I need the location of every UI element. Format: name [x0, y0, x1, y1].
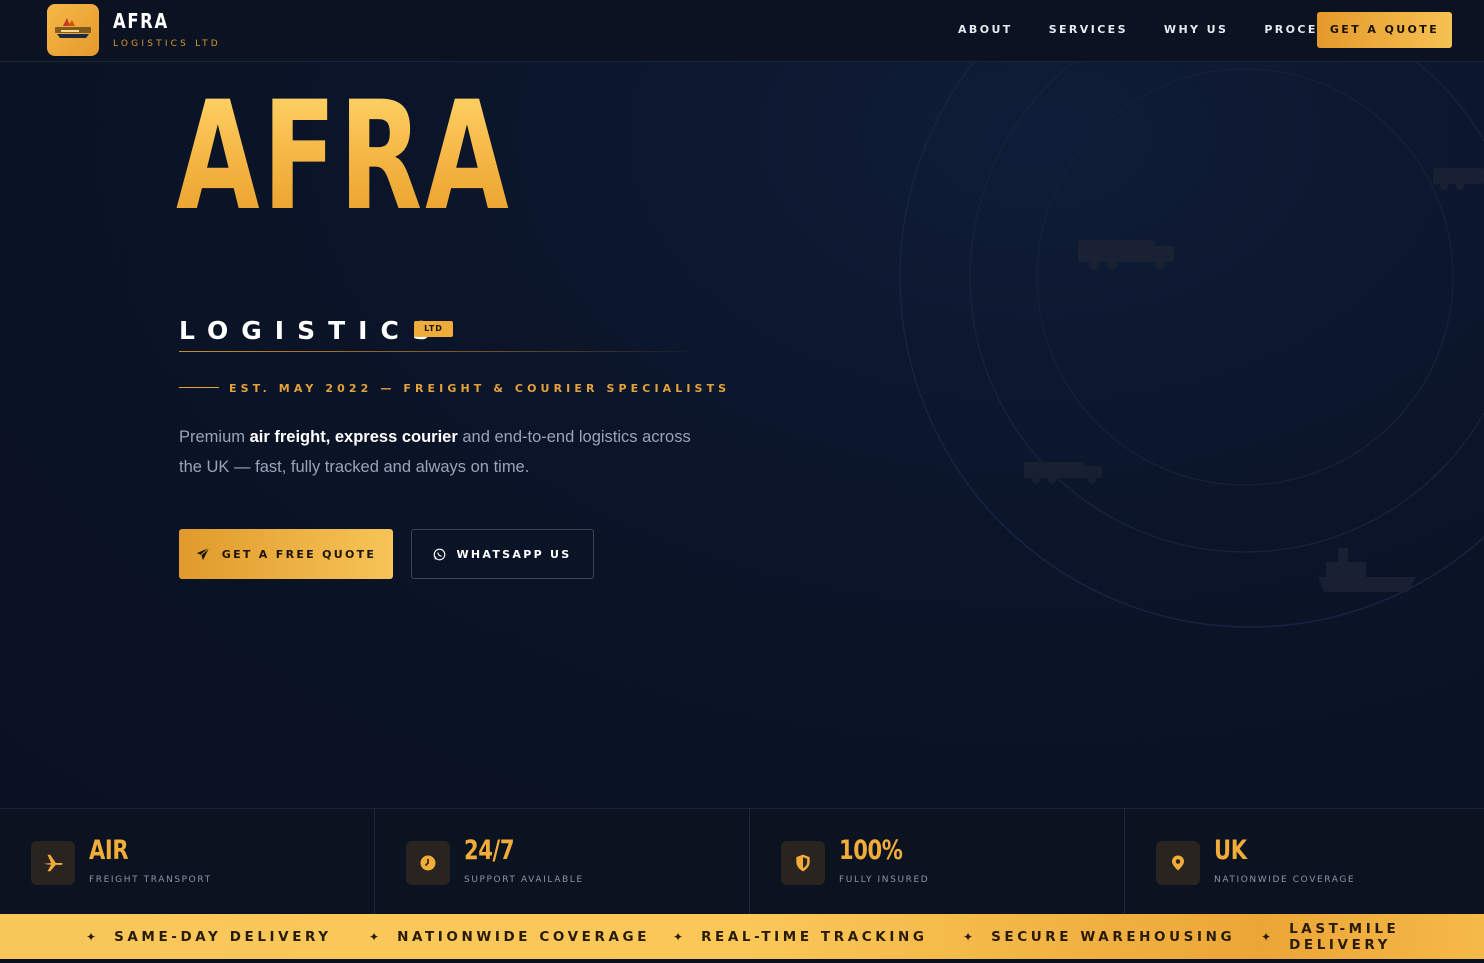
brand-name[interactable]: AFRA: [113, 9, 169, 33]
truck-silhouette-icon: [1078, 240, 1174, 270]
ticker-item: ✦ SECURE WAREHOUSING: [963, 928, 1236, 945]
hero-description: Premium air freight, express courier and…: [179, 428, 691, 476]
shield-icon: [781, 841, 825, 885]
stat-item: AIR FREIGHT TRANSPORT: [0, 809, 375, 915]
star-icon: ✦: [1261, 929, 1272, 944]
ticker-item: ✦ LAST-MILE DELIVERY: [1261, 920, 1400, 953]
ship-silhouette-icon: [1318, 548, 1416, 592]
whatsapp-label: WHATSAPP US: [456, 547, 572, 561]
nav-link-about[interactable]: ABOUT: [958, 23, 1013, 36]
logo-icon[interactable]: [47, 4, 99, 56]
get-free-quote-button[interactable]: GET A FREE QUOTE: [179, 529, 393, 579]
top-navigation: AFRA LOGISTICS LTD ABOUT SERVICES WHY US…: [0, 0, 1484, 62]
paper-plane-icon: [196, 547, 210, 561]
ltd-badge: LTD: [414, 321, 453, 337]
ticker-item: ✦ NATIONWIDE COVERAGE: [369, 928, 651, 945]
star-icon: ✦: [963, 929, 974, 944]
nav-links: ABOUT SERVICES WHY US PROCESS: [958, 23, 1374, 36]
map-pin-icon: [1156, 841, 1200, 885]
star-icon: ✦: [86, 929, 97, 944]
stat-label: FULLY INSURED: [839, 875, 930, 885]
stat-item: 100% FULLY INSURED: [750, 809, 1125, 915]
nav-link-services[interactable]: SERVICES: [1049, 23, 1128, 36]
hero-title: AFRA: [176, 70, 512, 244]
clock-icon: [406, 841, 450, 885]
star-icon: ✦: [369, 929, 380, 944]
established-tagline: EST. MAY 2022 — FREIGHT & COURIER SPECIA…: [229, 382, 731, 395]
truck-silhouette-icon: [1433, 168, 1484, 190]
whatsapp-icon: [434, 548, 446, 560]
stats-bar: AIR FREIGHT TRANSPORT 24/7 SUPPORT AVAIL…: [0, 808, 1484, 915]
stat-label: FREIGHT TRANSPORT: [89, 875, 212, 885]
get-free-quote-label: GET A FREE QUOTE: [221, 547, 377, 561]
nav-link-why-us[interactable]: WHY US: [1164, 23, 1228, 36]
divider: [179, 387, 219, 388]
plane-icon: [31, 841, 75, 885]
hero-section: AFRA LOGISTICS LTD EST. MAY 2022 — FREIG…: [0, 62, 1484, 808]
whatsapp-button[interactable]: WHATSAPP US: [411, 529, 594, 579]
truck-silhouette-icon: [1024, 462, 1102, 484]
stat-item: UK NATIONWIDE COVERAGE: [1125, 809, 1484, 915]
stat-value: 24/7: [464, 835, 515, 866]
stat-label: NATIONWIDE COVERAGE: [1214, 875, 1356, 885]
stat-value: 100%: [839, 835, 903, 866]
hero-subtitle: LOGISTICS: [179, 316, 444, 345]
stat-label: SUPPORT AVAILABLE: [464, 875, 584, 885]
ticker-item: ✦ REAL-TIME TRACKING: [673, 928, 928, 945]
stat-item: 24/7 SUPPORT AVAILABLE: [375, 809, 750, 915]
services-ticker: ✦ SAME-DAY DELIVERY ✦ NATIONWIDE COVERAG…: [0, 914, 1484, 959]
star-icon: ✦: [673, 929, 684, 944]
brand-subtitle: LOGISTICS LTD: [113, 39, 221, 49]
stat-value: AIR: [89, 835, 129, 866]
ticker-item: ✦ SAME-DAY DELIVERY: [86, 928, 332, 945]
page-bottom-edge: [0, 959, 1484, 963]
hero-description-highlight: air freight, express courier: [249, 428, 458, 446]
stat-value: UK: [1214, 835, 1247, 866]
divider: [179, 351, 699, 352]
get-a-quote-button[interactable]: GET A QUOTE: [1317, 12, 1452, 48]
